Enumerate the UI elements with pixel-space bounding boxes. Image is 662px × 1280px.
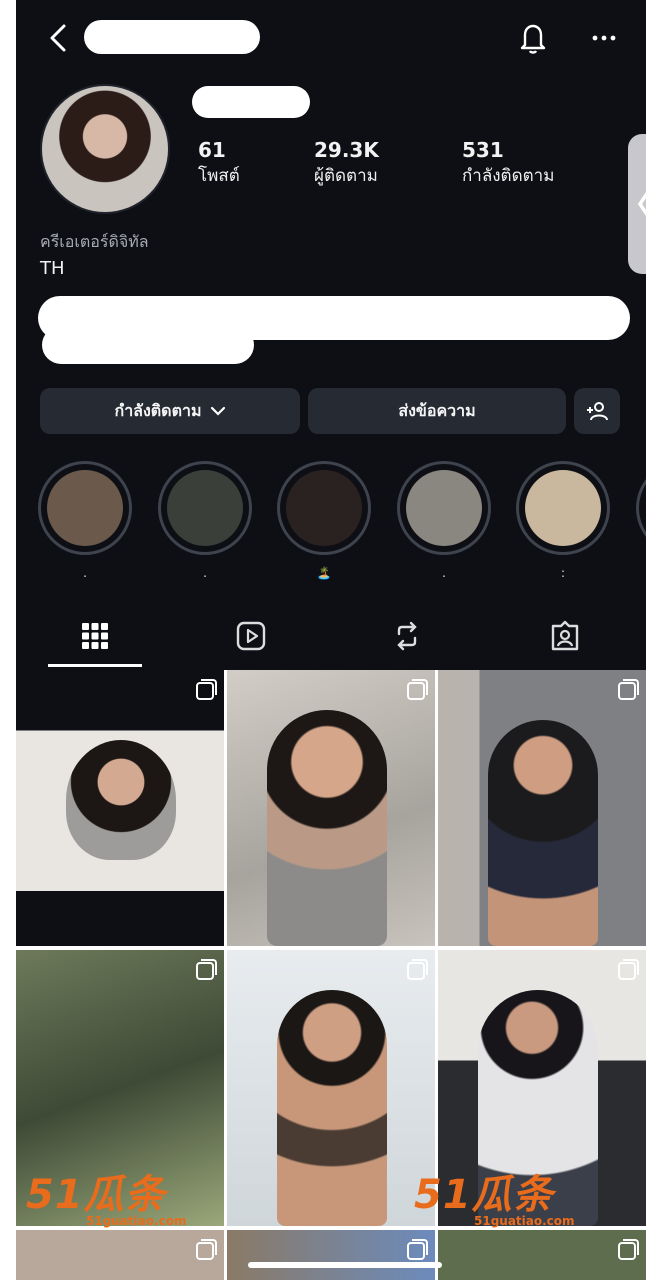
watermark-right: 51瓜条 51guatiao.com: [414, 1162, 575, 1228]
reposts-icon: [397, 621, 417, 651]
stat-following[interactable]: 531 กำลังติดตาม: [462, 138, 554, 189]
highlight-5-label: :: [560, 566, 566, 580]
followers-count: 29.3K: [314, 138, 379, 162]
highlight-3-label: 🏝️: [316, 566, 332, 580]
redacted-username: [84, 20, 260, 54]
highlight-3-cover: [286, 470, 362, 546]
highlight-4-cover: [406, 470, 482, 546]
tab-posts-grid[interactable]: [75, 614, 115, 658]
carousel-icon: [407, 679, 428, 700]
message-button-label: ส่งข้อความ: [398, 400, 476, 420]
profile-location: TH: [40, 258, 65, 279]
suggest-user-button[interactable]: [574, 388, 620, 434]
redacted-bio-line2: [42, 326, 254, 364]
more-options-icon[interactable]: [589, 24, 619, 52]
highlight-3[interactable]: [277, 461, 371, 555]
post-9-partial[interactable]: [438, 1230, 646, 1280]
grid-icon: [82, 623, 108, 649]
highlight-2[interactable]: [158, 461, 252, 555]
posts-label: โพสต์: [198, 166, 240, 186]
post-8-partial[interactable]: [227, 1230, 435, 1280]
following-button-label: กำลังติดตาม: [114, 400, 202, 420]
reels-icon: [236, 621, 266, 651]
tab-reposts[interactable]: [387, 614, 427, 658]
carousel-icon: [196, 1239, 217, 1260]
highlight-4-label: .: [442, 566, 446, 580]
highlight-5-cover: [525, 470, 601, 546]
highlight-5[interactable]: [516, 461, 610, 555]
post-5-subject: [277, 990, 387, 1226]
add-person-icon: [587, 402, 608, 421]
highlight-6-partial[interactable]: [636, 461, 646, 555]
avatar[interactable]: [40, 84, 170, 214]
post-5[interactable]: [227, 950, 435, 1226]
home-indicator: [248, 1262, 442, 1268]
followers-label: ผู้ติดตาม: [314, 166, 378, 186]
highlight-1-label: .: [83, 566, 87, 580]
post-1-subject: [66, 740, 176, 860]
post-2-subject: [267, 710, 387, 946]
profile-screen: 61 โพสต์ 29.3K ผู้ติดตาม 531 กำลังติดตาม…: [16, 0, 646, 1280]
tab-reels[interactable]: [231, 614, 271, 658]
back-icon[interactable]: [44, 20, 74, 56]
post-3[interactable]: [438, 670, 646, 946]
stat-posts[interactable]: 61 โพสต์: [198, 138, 240, 189]
highlight-1-cover: [47, 470, 123, 546]
carousel-icon: [618, 679, 639, 700]
following-button[interactable]: กำลังติดตาม: [40, 388, 300, 434]
redacted-display-name: [192, 86, 310, 118]
active-tab-indicator: [48, 664, 142, 667]
following-count: 531: [462, 138, 504, 162]
carousel-icon: [196, 679, 217, 700]
following-label: กำลังติดตาม: [462, 166, 555, 186]
highlight-2-label: .: [203, 566, 207, 580]
tagged-icon: [551, 620, 579, 651]
watermark-brand: 51瓜条: [414, 1172, 554, 1218]
post-2[interactable]: [227, 670, 435, 946]
highlight-4[interactable]: [397, 461, 491, 555]
side-panel-handle[interactable]: [628, 134, 646, 274]
watermark-site: 51guatiao.com: [86, 1214, 187, 1228]
watermark-site: 51guatiao.com: [474, 1214, 575, 1228]
carousel-icon: [618, 1239, 639, 1260]
chevron-down-icon: [210, 406, 225, 416]
post-1[interactable]: [16, 670, 224, 946]
message-button[interactable]: ส่งข้อความ: [308, 388, 566, 434]
chevron-left-icon: [637, 191, 646, 217]
post-3-subject: [488, 720, 598, 946]
post-7-partial[interactable]: [16, 1230, 224, 1280]
carousel-icon: [618, 959, 639, 980]
profile-category: ครีเอเตอร์ดิจิทัล: [40, 232, 149, 251]
posts-count: 61: [198, 138, 226, 162]
tab-tagged[interactable]: [545, 614, 585, 658]
stat-followers[interactable]: 29.3K ผู้ติดตาม: [314, 138, 379, 189]
carousel-icon: [196, 959, 217, 980]
bell-icon[interactable]: [516, 20, 550, 56]
watermark-brand: 51瓜条: [26, 1172, 166, 1218]
watermark-left: 51瓜条 51guatiao.com: [26, 1162, 187, 1228]
carousel-icon: [407, 959, 428, 980]
highlight-1[interactable]: [38, 461, 132, 555]
carousel-icon: [407, 1239, 428, 1260]
highlight-2-cover: [167, 470, 243, 546]
